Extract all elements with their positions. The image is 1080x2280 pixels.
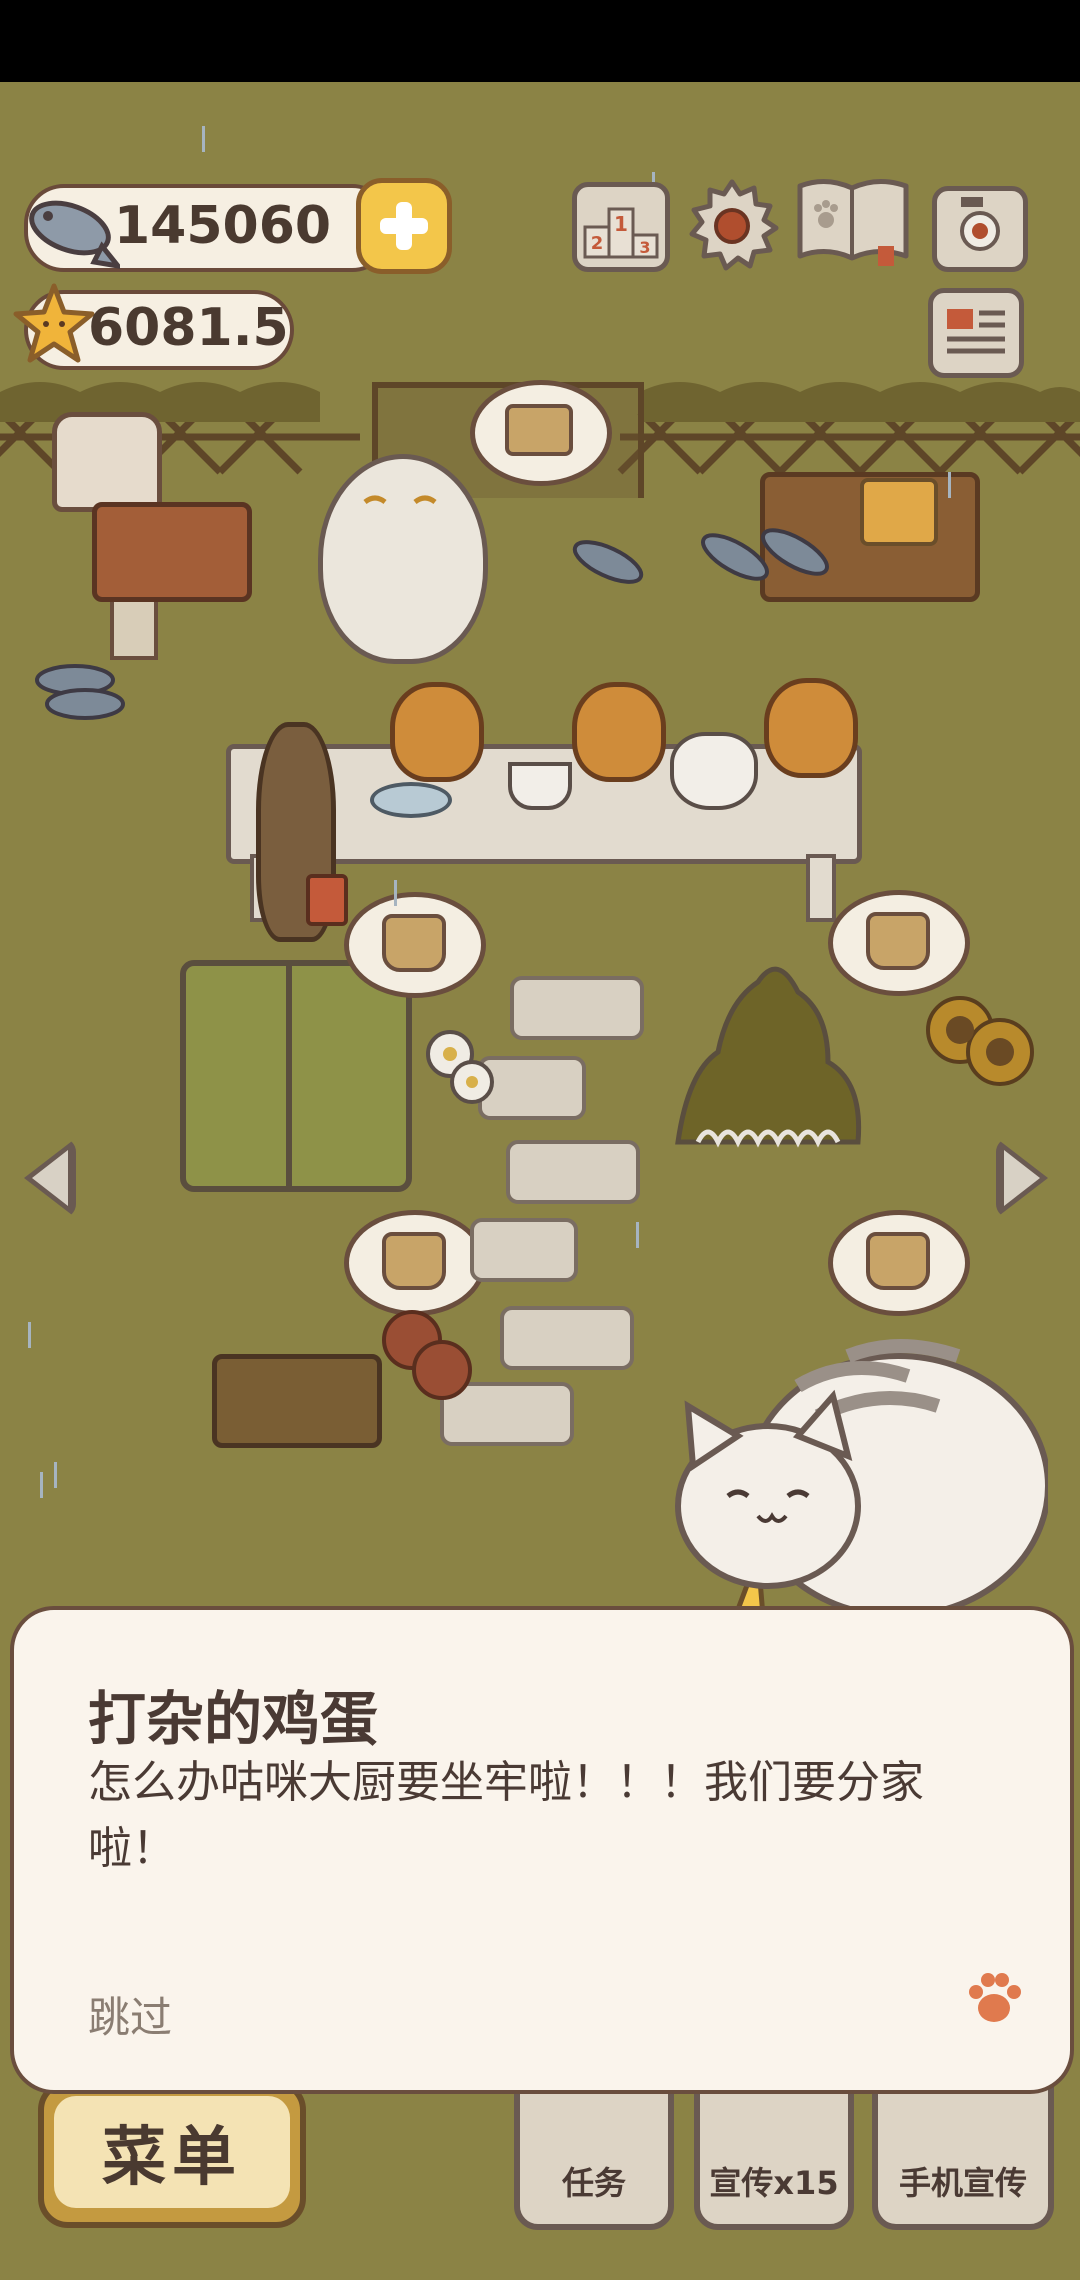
raindrop: [28, 1322, 31, 1348]
stepping-stone: [500, 1306, 634, 1370]
sack-icon: [866, 1232, 930, 1290]
story-dialog[interactable]: 打杂的鸡蛋 怎么办咕咪大厨要坐牢啦！！！我们要分家啦！ 跳过: [10, 1606, 1074, 2094]
star-amount: 6081.5: [88, 298, 289, 358]
sleeping-cat-character[interactable]: [648, 1316, 1051, 1683]
gear-icon: [689, 179, 779, 271]
suitcase-icon: [505, 404, 573, 456]
status-bar: [0, 0, 1080, 82]
teacup[interactable]: [508, 762, 572, 810]
svg-text:2: 2: [591, 233, 604, 254]
clay-pot[interactable]: [764, 678, 858, 778]
raindrop: [636, 1222, 639, 1248]
svg-text:1: 1: [614, 212, 628, 236]
mailbox-house-icon[interactable]: [52, 412, 162, 512]
sprout-planter[interactable]: [212, 1354, 382, 1448]
camera-icon: [960, 197, 1000, 251]
waffle-tray: [860, 478, 938, 546]
raindrop: [394, 880, 397, 906]
ranking-podium-icon: 12 3: [583, 207, 659, 259]
plus-icon: [380, 202, 428, 250]
stepping-stone: [510, 976, 644, 1040]
table-leg: [806, 854, 836, 922]
clay-pot[interactable]: [572, 682, 666, 782]
phone-promote-label: 手机宣传: [898, 2164, 1027, 2202]
skip-button[interactable]: 跳过: [88, 1984, 172, 2045]
daisy-flowers[interactable]: [410, 1016, 510, 1116]
sunflowers[interactable]: [920, 990, 1040, 1100]
raindrop: [948, 472, 951, 498]
rabbit-phone-icon: [306, 874, 348, 926]
dialog-text: 怎么办咕咪大厨要坐牢啦！！！我们要分家啦！: [88, 1757, 924, 1874]
sack-icon: [382, 1232, 446, 1290]
cookie-plate[interactable]: [370, 782, 452, 818]
greenhouse-divider: [286, 960, 292, 1192]
sack-icon: [866, 912, 930, 970]
menu-button[interactable]: 菜单: [38, 2080, 306, 2228]
star-currency-counter: 6081.5: [13, 283, 294, 370]
settings-button[interactable]: [684, 176, 780, 272]
fish-icon: [24, 182, 125, 272]
menu-button-label: 菜单: [54, 2096, 290, 2208]
speaker-name: 打杂的鸡蛋: [88, 1685, 379, 1753]
raindrop: [40, 1472, 43, 1498]
svg-text:3: 3: [639, 238, 650, 257]
newspaper-button[interactable]: [928, 288, 1024, 378]
add-fish-button[interactable]: [356, 178, 452, 274]
star-icon: [12, 282, 96, 366]
fish-item[interactable]: [566, 532, 656, 592]
promote-label: 宣传x15: [709, 2164, 839, 2202]
bush[interactable]: [668, 952, 868, 1152]
newspaper-icon: [947, 309, 1005, 354]
paw-book-icon: [797, 179, 909, 266]
fish-item[interactable]: [690, 522, 840, 602]
greenhouse[interactable]: [180, 960, 412, 1192]
teapot[interactable]: [670, 732, 758, 810]
clay-pot[interactable]: [390, 682, 484, 782]
paw-icon: [964, 1970, 1024, 2030]
tasks-label: 任务: [561, 2164, 626, 2202]
fish-pile-left[interactable]: [30, 652, 140, 732]
stepping-stone: [506, 1140, 640, 1204]
sack-icon: [382, 914, 446, 972]
fish-currency-counter: 145060: [24, 184, 392, 272]
stepping-stone: [470, 1218, 578, 1282]
fish-amount: 145060: [114, 196, 332, 256]
round-cookies[interactable]: [380, 1304, 480, 1404]
doghouse: [92, 502, 252, 602]
owl-character[interactable]: [318, 454, 488, 664]
camera-button[interactable]: [932, 186, 1028, 272]
recipe-book-button[interactable]: [794, 176, 912, 268]
ranking-button[interactable]: 12 3: [572, 182, 670, 272]
raindrop: [202, 126, 205, 152]
raindrop: [54, 1462, 57, 1488]
owl-eyes: [360, 492, 440, 512]
